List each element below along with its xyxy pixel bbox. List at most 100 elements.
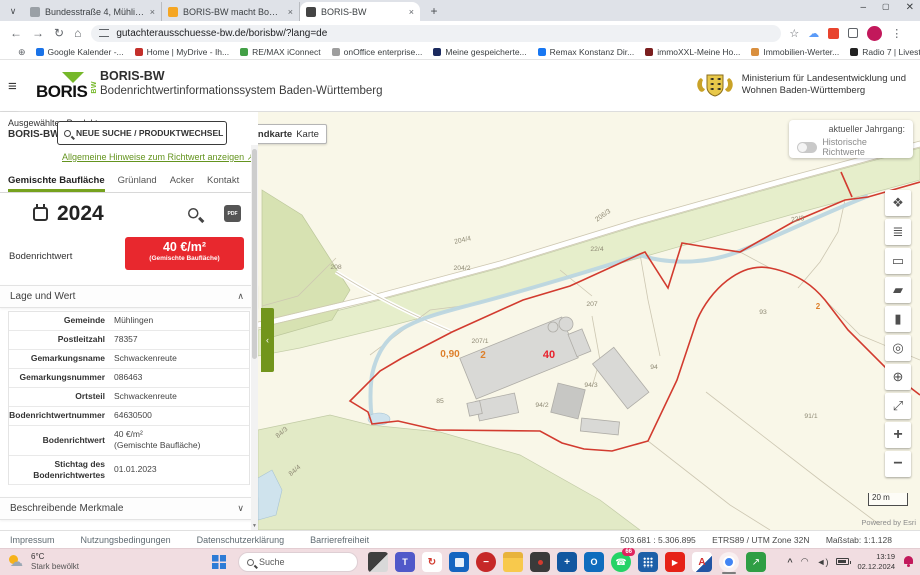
footer-link-nutzungsbedingungen[interactable]: Nutzungsbedingungen bbox=[81, 535, 171, 545]
panel-collapse-handle[interactable]: ‹ bbox=[261, 308, 274, 372]
building-app-icon[interactable] bbox=[638, 552, 658, 572]
notification-bell-icon[interactable] bbox=[903, 556, 914, 567]
tab-close-icon[interactable]: × bbox=[409, 7, 414, 17]
taskbar-clock[interactable]: 13:1902.12.2024 bbox=[857, 552, 895, 572]
minimize-button[interactable]: – bbox=[860, 2, 866, 13]
bookmark-favicon bbox=[433, 48, 441, 56]
red-extension-icon[interactable] bbox=[828, 28, 839, 39]
locate-icon[interactable]: ◎ bbox=[885, 335, 911, 361]
blue-app-icon[interactable]: + bbox=[557, 552, 577, 572]
back-icon[interactable]: ← bbox=[10, 26, 22, 40]
panel-tab-kontakt[interactable]: Kontakt bbox=[207, 175, 239, 192]
footer-link-barrierefreiheit[interactable]: Barrierefreiheit bbox=[310, 535, 369, 545]
close-window-button[interactable]: ✕ bbox=[906, 2, 914, 13]
explorer-icon[interactable] bbox=[503, 552, 523, 572]
forward-icon[interactable]: → bbox=[32, 26, 44, 40]
taskbar-search[interactable]: Suche bbox=[238, 552, 358, 572]
new-tab-button[interactable]: + bbox=[426, 3, 442, 19]
taskbar-weather[interactable]: ☁ 6°C Stark bewölkt bbox=[8, 552, 79, 572]
teams-icon[interactable]: T bbox=[395, 552, 415, 572]
task-view-icon[interactable] bbox=[368, 552, 388, 572]
map-parcel-label: 208 bbox=[330, 264, 342, 271]
remax-icon[interactable]: − bbox=[476, 552, 496, 572]
bookmark-item[interactable]: Radio 7 | Livestream... bbox=[850, 47, 920, 57]
footer-link-datenschutz[interactable]: Datenschutzerklärung bbox=[197, 535, 285, 545]
profile-avatar[interactable] bbox=[867, 26, 882, 41]
row-label: Stichtag des Bodenrichtwertes bbox=[9, 456, 105, 484]
map-parcel-label: 207/1 bbox=[471, 338, 488, 345]
browser-tab[interactable]: BORIS-BW× bbox=[300, 2, 420, 21]
site-settings-icon[interactable] bbox=[99, 29, 109, 37]
bookmark-item[interactable]: RE/MAX iConnect bbox=[240, 47, 321, 57]
scrollbar-thumb[interactable] bbox=[252, 149, 257, 359]
bookmark-item[interactable]: Immobilien-Werter... bbox=[751, 47, 839, 57]
panel-tab-acker[interactable]: Acker bbox=[170, 175, 194, 192]
cloud-extension-icon[interactable]: ☁ bbox=[808, 27, 819, 40]
globe-icon[interactable]: ⊕ bbox=[885, 364, 911, 390]
hints-link[interactable]: Allgemeine Hinweise zum Richtwert anzeig… bbox=[62, 152, 254, 163]
panel-search-icon[interactable] bbox=[188, 208, 199, 219]
measure-icon[interactable]: ▭ bbox=[885, 248, 911, 274]
reload-icon[interactable]: ↻ bbox=[54, 26, 64, 40]
bookmark-item[interactable]: onOffice enterprise... bbox=[332, 47, 423, 57]
zoom-out-icon[interactable]: − bbox=[885, 451, 911, 477]
home-icon[interactable]: ⌂ bbox=[74, 26, 81, 40]
green-app-icon[interactable]: ↗ bbox=[746, 552, 766, 572]
section-beschreibende-merkmale[interactable]: Beschreibende Merkmale ∨ bbox=[0, 497, 258, 520]
bookmark-item[interactable]: Home | MyDrive - Ih... bbox=[135, 47, 230, 57]
map-value-label[interactable]: 0,90 bbox=[440, 349, 460, 360]
map-parcel-label: 85 bbox=[436, 398, 444, 405]
media-icon[interactable] bbox=[530, 552, 550, 572]
bookmark-icon[interactable]: ▮ bbox=[885, 306, 911, 332]
extensions-puzzle-icon[interactable] bbox=[848, 28, 858, 38]
bookmark-item[interactable]: Meine gespeicherte... bbox=[433, 47, 526, 57]
whatsapp-icon[interactable]: ☎66 bbox=[611, 552, 631, 572]
fullscreen-icon[interactable]: ⤢ bbox=[885, 393, 911, 419]
map-value-label[interactable]: 40 bbox=[543, 349, 555, 361]
youtube-icon[interactable]: ▶ bbox=[665, 552, 685, 572]
panel-scrollbar[interactable]: ▼ bbox=[251, 145, 258, 530]
historic-values-toggle[interactable] bbox=[797, 142, 817, 153]
footer-link-impressum[interactable]: Impressum bbox=[10, 535, 55, 545]
chrome-icon[interactable] bbox=[719, 552, 739, 572]
tab-search-chevron-icon[interactable]: ∨ bbox=[4, 3, 22, 19]
browser-tab[interactable]: BORIS-BW macht Bodenrichtw...× bbox=[162, 2, 300, 21]
bookmark-star-icon[interactable]: ☆ bbox=[789, 27, 799, 40]
scrollbar-down-arrow[interactable]: ▼ bbox=[251, 523, 258, 529]
globe-bookmark-icon[interactable]: ⊕ bbox=[18, 47, 26, 58]
map-toolbar: ❖ ≣ ▭ ▰ ▮ ◎ ⊕ ⤢ + − bbox=[885, 190, 911, 477]
powered-by-esri[interactable]: Powered by Esri bbox=[861, 518, 916, 527]
start-button[interactable] bbox=[212, 555, 226, 569]
address-bar[interactable]: gutachterausschuesse-bw.de/borisbw/?lang… bbox=[91, 25, 781, 42]
tab-close-icon[interactable]: × bbox=[288, 7, 293, 17]
pdf-export-icon[interactable]: PDF bbox=[224, 205, 241, 222]
bookmark-item[interactable]: Google Kalender -... bbox=[36, 47, 124, 57]
row-label: Ortsteil bbox=[9, 388, 105, 405]
a-logo-icon[interactable]: A bbox=[692, 552, 712, 572]
maximize-button[interactable]: ▢ bbox=[882, 2, 890, 13]
browser-tab[interactable]: Bundesstraße 4, Mühlingen, D:× bbox=[24, 2, 162, 21]
layers-icon[interactable]: ❖ bbox=[885, 190, 911, 216]
panel-tab-gemischte-baufl-che[interactable]: Gemischte Baufläche bbox=[8, 175, 105, 192]
tab-close-icon[interactable]: × bbox=[150, 7, 155, 17]
bookmark-item[interactable]: immoXXL-Meine Ho... bbox=[645, 47, 740, 57]
section-lage-und-wert[interactable]: Lage und Wert ∧ bbox=[0, 285, 258, 308]
outlook-icon[interactable]: O bbox=[584, 552, 604, 572]
map-value-label[interactable]: 2 bbox=[480, 350, 486, 361]
store-icon[interactable] bbox=[449, 552, 469, 572]
volume-icon[interactable]: ◄) bbox=[817, 557, 829, 567]
zoom-in-icon[interactable]: + bbox=[885, 422, 911, 448]
bookmark-label: onOffice enterprise... bbox=[344, 47, 423, 57]
wifi-icon[interactable]: ◠ bbox=[801, 556, 809, 567]
panel-tab-gr-nland[interactable]: Grünland bbox=[118, 175, 157, 192]
basemap-icon[interactable]: ▰ bbox=[885, 277, 911, 303]
map-value-label[interactable]: 2 bbox=[816, 302, 821, 311]
legend-list-icon[interactable]: ≣ bbox=[885, 219, 911, 245]
browser-menu-icon[interactable]: ⋮ bbox=[891, 27, 902, 40]
hamburger-menu-icon[interactable]: ≡ bbox=[8, 78, 17, 95]
sync-icon[interactable]: ↻ bbox=[422, 552, 442, 572]
tray-chevron-icon[interactable]: ^ bbox=[787, 557, 792, 567]
bookmark-item[interactable]: Remax Konstanz Dir... bbox=[538, 47, 635, 57]
new-search-button[interactable]: NEUE SUCHE / PRODUKTWECHSEL bbox=[57, 121, 227, 145]
battery-icon[interactable] bbox=[836, 558, 849, 565]
